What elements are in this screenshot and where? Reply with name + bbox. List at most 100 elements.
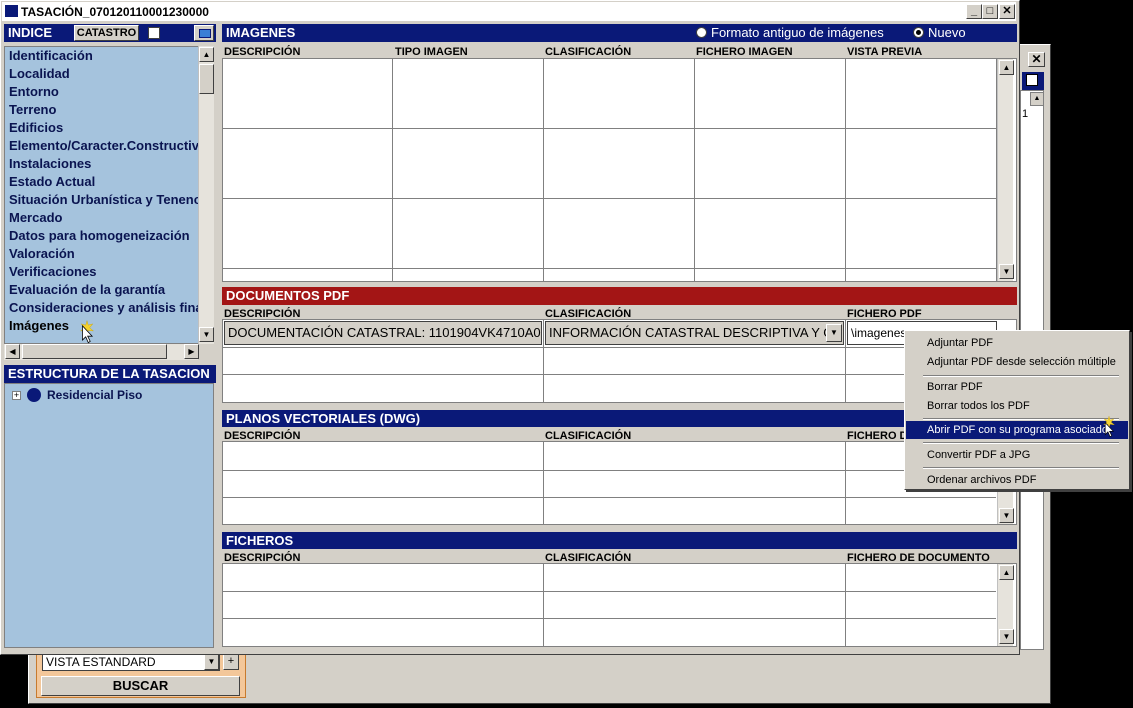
indice-scroll-thumb[interactable] [199, 64, 214, 94]
ficheros-scrollbar[interactable]: ▲ ▼ [997, 564, 1014, 646]
ficheros-scroll-up-button[interactable]: ▲ [999, 565, 1014, 580]
grid-line [223, 198, 996, 199]
menu-item-adjuntar-multiple[interactable]: Adjuntar PDF desde selección múltiple [906, 353, 1128, 371]
menu-item-abrir-pdf[interactable]: Abrir PDF con su programa asociado [906, 421, 1128, 439]
menu-item-adjuntar-pdf[interactable]: Adjuntar PDF [906, 334, 1128, 352]
grid-line [223, 128, 996, 129]
ficheros-header: FICHEROS [222, 532, 1017, 549]
menu-separator [923, 467, 1119, 469]
sidebar-item-situacion[interactable]: Situación Urbanística y Tenencia [5, 191, 201, 209]
indice-view-icon[interactable] [194, 25, 214, 41]
indice-scroll-right-button[interactable]: ▶ [184, 344, 199, 359]
sidebar-item-verificaciones[interactable]: Verificaciones [5, 263, 201, 281]
background-window-close-button[interactable]: ✕ [1028, 52, 1045, 67]
sidebar-item-consideraciones[interactable]: Consideraciones y análisis finales [5, 299, 201, 317]
pdf-row-clasificacion-select[interactable]: INFORMACIÓN CATASTRAL DESCRIPTIVA Y G [545, 321, 844, 345]
radio-nuevo[interactable] [913, 27, 924, 38]
grid-line [223, 618, 996, 619]
ficheros-scroll-down-button[interactable]: ▼ [999, 629, 1014, 644]
col-vista-previa: VISTA PREVIA [847, 46, 923, 58]
sidebar-item-edificios[interactable]: Edificios [5, 119, 201, 137]
maximize-button[interactable]: □ [982, 4, 998, 19]
sidebar-item-valoracion[interactable]: Valoración [5, 245, 201, 263]
estructura-title: ESTRUCTURA DE LA TASACION [8, 366, 210, 381]
indice-horizontal-scrollbar[interactable]: ◀ ▶ [4, 344, 199, 360]
dwg-scroll-down-button[interactable]: ▼ [999, 508, 1014, 523]
cursor-click-icon [79, 319, 95, 344]
grid-line [543, 320, 544, 402]
indice-scroll-down-button[interactable]: ▼ [199, 327, 214, 342]
background-row-value: 1 [1022, 108, 1029, 120]
menu-item-convertir-jpg[interactable]: Convertir PDF a JPG [906, 446, 1128, 464]
view-select[interactable]: VISTA ESTANDARD [42, 653, 220, 671]
background-scroll-up-button[interactable]: ▲ [1030, 92, 1044, 106]
sidebar-item-localidad[interactable]: Localidad [5, 65, 201, 83]
app-icon [5, 5, 18, 17]
indice-vertical-scrollbar[interactable]: ▲ ▼ [198, 46, 214, 344]
pdf-context-menu: Adjuntar PDF Adjuntar PDF desde selecció… [904, 330, 1130, 490]
imagenes-header: IMAGENES [222, 24, 1017, 42]
menu-item-borrar-todos[interactable]: Borrar todos los PDF [906, 397, 1128, 415]
grid-line [543, 442, 544, 524]
imagenes-scrollbar[interactable]: ▲ ▼ [997, 59, 1014, 281]
menu-separator [923, 375, 1119, 377]
menu-separator [923, 442, 1119, 444]
sidebar-item-mercado[interactable]: Mercado [5, 209, 201, 227]
view-select-arrow-icon[interactable]: ▼ [204, 654, 219, 670]
col-clasificacion: CLASIFICACIÓN [545, 46, 632, 58]
imagenes-scroll-up-button[interactable]: ▲ [999, 60, 1014, 75]
indice-scroll-up-button[interactable]: ▲ [199, 47, 214, 62]
col-fichero-imagen: FICHERO IMAGEN [696, 46, 793, 58]
ficheros-title: FICHEROS [226, 533, 294, 548]
search-button[interactable]: BUSCAR [41, 676, 240, 696]
grid-line [845, 59, 846, 281]
tree-node-residencial-piso[interactable]: Residencial Piso [47, 388, 142, 402]
indice-scroll-left-button[interactable]: ◀ [5, 344, 20, 359]
sidebar-item-elemento[interactable]: Elemento/Caracter.Constructivas [5, 137, 201, 155]
sidebar-item-evaluacion[interactable]: Evaluación de la garantía [5, 281, 201, 299]
cursor-click-icon [1103, 415, 1115, 438]
ficheros-grid [222, 563, 1017, 647]
catastro-button[interactable]: CATASTRO [74, 25, 139, 41]
tree-expand-icon[interactable]: + [12, 391, 21, 400]
background-grid-checkbox[interactable] [1026, 74, 1038, 86]
minimize-button[interactable]: _ [966, 4, 982, 19]
radio-nuevo-label[interactable]: Nuevo [928, 25, 966, 40]
pdf-row-descripcion[interactable]: DOCUMENTACIÓN CATASTRAL: 1101904VK4710A0 [224, 321, 542, 345]
sidebar-item-estado-actual[interactable]: Estado Actual [5, 173, 201, 191]
window-title: TASACIÓN_070120110001230000 [21, 5, 209, 19]
grid-line [223, 268, 996, 269]
dwg-title: PLANOS VECTORIALES (DWG) [226, 411, 421, 426]
close-button[interactable]: ✕ [999, 4, 1015, 19]
sidebar-item-identificacion[interactable]: Identificación [5, 47, 201, 65]
indice-list: Identificación Localidad Entorno Terreno… [4, 46, 202, 344]
sidebar-item-instalaciones[interactable]: Instalaciones [5, 155, 201, 173]
sidebar-item-entorno[interactable]: Entorno [5, 83, 201, 101]
catastro-checkbox[interactable] [148, 27, 160, 39]
sidebar-item-imagenes[interactable]: Imágenes [5, 317, 201, 335]
estructura-tree [4, 383, 214, 648]
radio-formato-antiguo-label[interactable]: Formato antiguo de imágenes [711, 25, 884, 40]
grid-line [223, 591, 996, 592]
dwg-header: PLANOS VECTORIALES (DWG) [222, 410, 1017, 427]
sidebar-item-terreno[interactable]: Terreno [5, 101, 201, 119]
dwg-grid [222, 441, 1017, 525]
indice-hscroll-thumb[interactable] [22, 344, 167, 359]
indice-title: INDICE [8, 25, 53, 40]
sidebar-item-datos-homogeneizacion[interactable]: Datos para homogeneización [5, 227, 201, 245]
radio-formato-antiguo[interactable] [696, 27, 707, 38]
grid-line [392, 59, 393, 281]
pdf-header: DOCUMENTOS PDF [222, 287, 1017, 305]
pdf-title: DOCUMENTOS PDF [226, 288, 350, 303]
pdf-clasificacion-arrow-icon[interactable]: ▼ [826, 324, 842, 342]
grid-line [543, 59, 544, 281]
grid-line [223, 470, 996, 471]
add-view-button[interactable]: + [223, 654, 239, 670]
imagenes-title: IMAGENES [226, 25, 296, 40]
tree-node-icon [27, 388, 41, 402]
grid-line [223, 374, 996, 375]
grid-line [694, 59, 695, 281]
menu-item-borrar-pdf[interactable]: Borrar PDF [906, 378, 1128, 396]
menu-item-ordenar[interactable]: Ordenar archivos PDF [906, 471, 1128, 489]
imagenes-scroll-down-button[interactable]: ▼ [999, 264, 1014, 279]
